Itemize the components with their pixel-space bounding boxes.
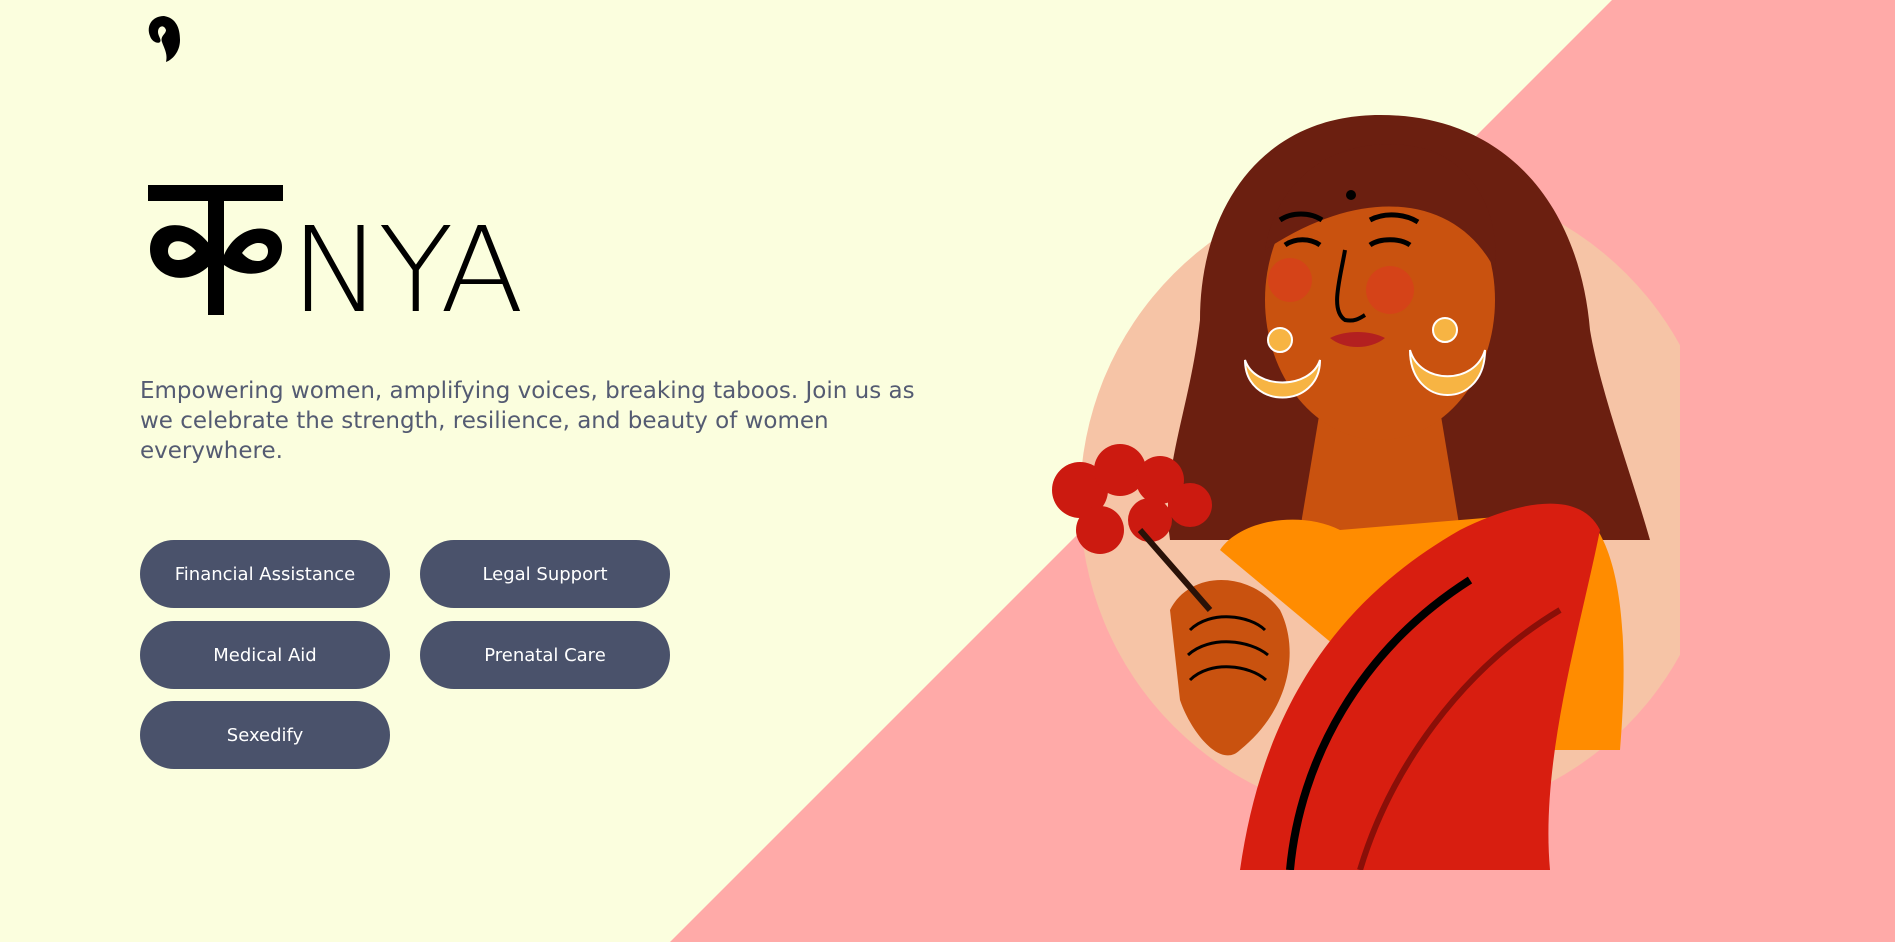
sexedify-button[interactable]: Sexedify [140,701,390,769]
brand-wordmark: NYA क [148,185,548,320]
financial-assistance-button[interactable]: Financial Assistance [140,540,390,608]
wordmark-devanagari-glyph [150,185,282,315]
woman-in-saree-illustration [1052,115,1680,870]
medical-aid-button[interactable]: Medical Aid [140,621,390,689]
hair-logo-icon[interactable] [146,14,186,70]
wordmark-latin-text: NYA [290,201,520,320]
legal-support-button[interactable]: Legal Support [420,540,670,608]
prenatal-care-button[interactable]: Prenatal Care [420,621,670,689]
hero-tagline: Empowering women, amplifying voices, bre… [140,378,915,464]
